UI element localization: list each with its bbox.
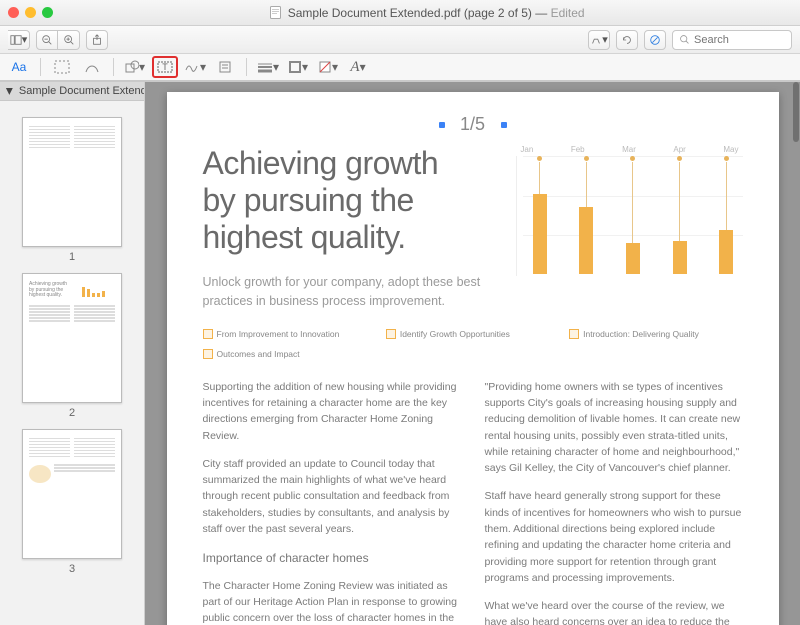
- close-window-button[interactable]: [8, 7, 19, 18]
- page-number-textbox[interactable]: 1/5: [443, 114, 503, 135]
- disclosure-triangle-icon: ▶: [4, 88, 15, 95]
- thumbnail-number: 3: [0, 563, 144, 575]
- border-color-button[interactable]: ▾: [285, 56, 311, 78]
- chart-x-label: Mar: [622, 145, 636, 154]
- markup-toolbar-button[interactable]: [644, 30, 666, 50]
- search-field[interactable]: [672, 30, 792, 50]
- note-button[interactable]: [212, 56, 238, 78]
- search-input[interactable]: [694, 34, 774, 46]
- zoom-in-button[interactable]: [58, 30, 80, 50]
- zoom-out-button[interactable]: [36, 30, 58, 50]
- section-link[interactable]: Identify Growth Opportunities: [386, 329, 559, 339]
- subheading: Importance of character homes: [203, 549, 461, 568]
- main-toolbar: ▾ ▾: [0, 26, 800, 54]
- sign-button[interactable]: ▾: [182, 56, 208, 78]
- font-button[interactable]: A ▾: [345, 56, 371, 78]
- search-icon: [679, 34, 690, 45]
- section-icon: [203, 349, 213, 359]
- sidebar-header[interactable]: ▶ Sample Document Extende…: [0, 82, 144, 101]
- page-thumbnail[interactable]: Achieving growthby pursuing thehighest q…: [22, 273, 122, 403]
- section-link[interactable]: Introduction: Delivering Quality: [569, 329, 742, 339]
- sidebar-header-label: Sample Document Extende…: [19, 85, 144, 97]
- shapes-button[interactable]: ▾: [122, 56, 148, 78]
- text-style-button[interactable]: Aa: [6, 56, 32, 78]
- chart-bar: [617, 156, 650, 274]
- document-title: Sample Document Extended.pdf (page 2 of …: [63, 6, 792, 20]
- section-link[interactable]: Outcomes and Impact: [203, 349, 743, 359]
- section-icon: [569, 329, 579, 339]
- page-thumbnail[interactable]: [22, 117, 122, 247]
- highlight-button[interactable]: ▾: [588, 30, 610, 50]
- filename-text: Sample Document Extended.pdf: [288, 6, 461, 20]
- thumbnail-number: 1: [0, 251, 144, 263]
- sidebar-view-button[interactable]: ▾: [8, 30, 30, 50]
- column-left: Supporting the addition of new housing w…: [203, 379, 461, 625]
- thumbnail-list[interactable]: 1 Achieving growthby pursuing thehighest…: [0, 101, 144, 624]
- chart-x-label: Apr: [673, 145, 685, 154]
- lasso-button[interactable]: [79, 56, 105, 78]
- body-columns: Supporting the addition of new housing w…: [203, 379, 743, 625]
- chart-bar: [710, 156, 743, 274]
- column-right: "Providing home owners with se types of …: [485, 379, 743, 625]
- bar-chart: Jan Feb Mar Apr May: [516, 145, 742, 311]
- thumbnail-number: 2: [0, 407, 144, 419]
- document-icon: [270, 6, 281, 19]
- svg-text:T: T: [162, 62, 168, 72]
- section-icon: [203, 329, 213, 339]
- share-button[interactable]: [86, 30, 108, 50]
- chart-bar: [523, 156, 556, 274]
- chart-x-label: May: [723, 145, 738, 154]
- zoom-window-button[interactable]: [42, 7, 53, 18]
- markup-toolbar: Aa ▾ T ▾ ▾ ▾ ▾ A ▾: [0, 54, 800, 82]
- thumbnail-sidebar: ▶ Sample Document Extende… 1 Achieving g…: [0, 82, 145, 625]
- fill-color-button[interactable]: ▾: [315, 56, 341, 78]
- section-links: From Improvement to Innovation Identify G…: [203, 329, 743, 359]
- line-style-button[interactable]: ▾: [255, 56, 281, 78]
- content-area: ▶ Sample Document Extende… 1 Achieving g…: [0, 82, 800, 625]
- chart-x-label: Feb: [571, 145, 585, 154]
- page-subtitle: Unlock growth for your company, adopt th…: [203, 273, 497, 311]
- chart-bar: [663, 156, 696, 274]
- document-viewport[interactable]: 1/5 Achieving growth by pursuing the hig…: [145, 82, 800, 625]
- edited-status: Edited: [551, 6, 585, 20]
- window-controls: [8, 7, 53, 18]
- chart-bar: [570, 156, 603, 274]
- pdf-page: 1/5 Achieving growth by pursuing the hig…: [167, 92, 779, 625]
- select-rect-button[interactable]: [49, 56, 75, 78]
- minimize-window-button[interactable]: [25, 7, 36, 18]
- section-link[interactable]: From Improvement to Innovation: [203, 329, 376, 339]
- text-box-button[interactable]: T: [152, 56, 178, 78]
- page-thumbnail[interactable]: [22, 429, 122, 559]
- rotate-button[interactable]: [616, 30, 638, 50]
- window-titlebar: Sample Document Extended.pdf (page 2 of …: [0, 0, 800, 26]
- section-icon: [386, 329, 396, 339]
- page-title: Achieving growth by pursuing the highest…: [203, 145, 497, 255]
- chart-x-label: Jan: [520, 145, 533, 154]
- page-info-text: (page 2 of 5): [464, 6, 532, 20]
- vertical-scrollbar[interactable]: [793, 82, 799, 142]
